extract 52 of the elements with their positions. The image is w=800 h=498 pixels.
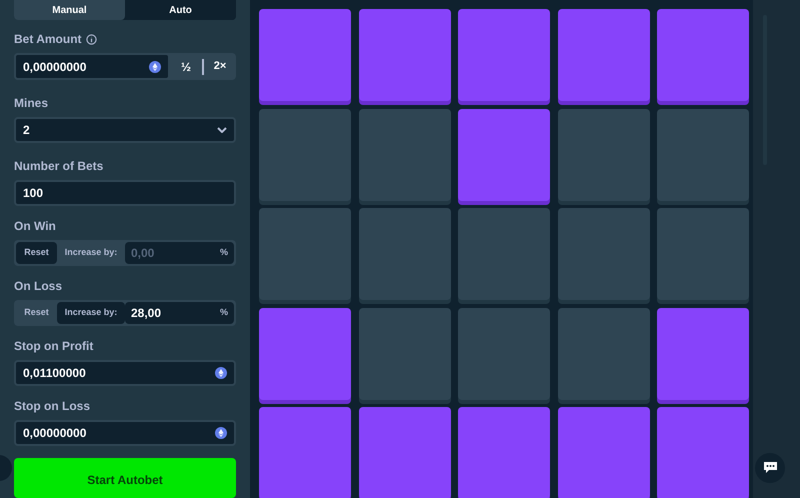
mine-tile[interactable]	[458, 108, 550, 200]
field-label: Number of Bets	[14, 160, 104, 172]
mine-tile[interactable]	[358, 208, 450, 300]
field-label: Stop on Profit	[14, 340, 94, 352]
input-field[interactable]: 100	[14, 180, 236, 206]
mine-tile[interactable]	[259, 208, 351, 300]
mine-tile[interactable]	[458, 208, 550, 300]
mine-tile[interactable]	[657, 9, 749, 101]
input-field[interactable]: 28,00 %	[125, 302, 234, 324]
mine-tile[interactable]	[558, 9, 650, 101]
mine-tile[interactable]	[259, 108, 351, 200]
mine-tile[interactable]	[458, 9, 550, 101]
mine-tile[interactable]	[657, 407, 749, 498]
mine-tile[interactable]	[358, 9, 450, 101]
field-label: On Loss	[14, 280, 62, 292]
mine-tile[interactable]	[558, 308, 650, 400]
field-label: Bet Amount	[14, 33, 82, 46]
mine-tile[interactable]	[657, 308, 749, 400]
coin-icon	[149, 60, 161, 73]
field-label: On Win	[14, 220, 56, 232]
input-field[interactable]: 0,00 %	[125, 242, 234, 264]
mine-tile[interactable]	[558, 108, 650, 200]
start-autobet-button[interactable]: Start Autobet	[14, 458, 236, 498]
info-icon[interactable]	[86, 34, 97, 45]
mine-tile[interactable]	[259, 407, 351, 498]
mine-tile[interactable]	[458, 308, 550, 400]
mine-tile[interactable]	[358, 407, 450, 498]
mine-tile[interactable]	[358, 108, 450, 200]
mode-tab[interactable]: Manual	[14, 0, 125, 20]
mode-button[interactable]: Increase by:	[57, 302, 125, 324]
mine-tile[interactable]	[657, 108, 749, 200]
mine-tile[interactable]	[458, 407, 550, 498]
chevron-down-icon	[217, 127, 227, 134]
input-field[interactable]: 0,00000000	[14, 420, 236, 446]
input-field[interactable]: 0,01100000	[14, 360, 236, 386]
coin-icon	[215, 367, 227, 380]
mine-tile[interactable]	[358, 308, 450, 400]
field-label: Stop on Loss	[14, 400, 90, 412]
mine-tile[interactable]	[259, 9, 351, 101]
chat-button[interactable]	[755, 453, 785, 483]
mines-select[interactable]: 2	[14, 117, 236, 144]
chat-icon	[764, 462, 776, 474]
mine-tile[interactable]	[558, 407, 650, 498]
double-button[interactable]: 2×	[204, 53, 236, 80]
mine-tile[interactable]	[657, 208, 749, 300]
field-label: Mines	[14, 97, 48, 110]
half-button[interactable]: ½	[170, 53, 202, 80]
coin-icon	[215, 427, 227, 440]
mine-tile[interactable]	[558, 208, 650, 300]
mine-tile[interactable]	[259, 308, 351, 400]
input-field[interactable]: 0,00000000	[14, 53, 170, 80]
mode-button[interactable]: Reset	[16, 242, 57, 264]
